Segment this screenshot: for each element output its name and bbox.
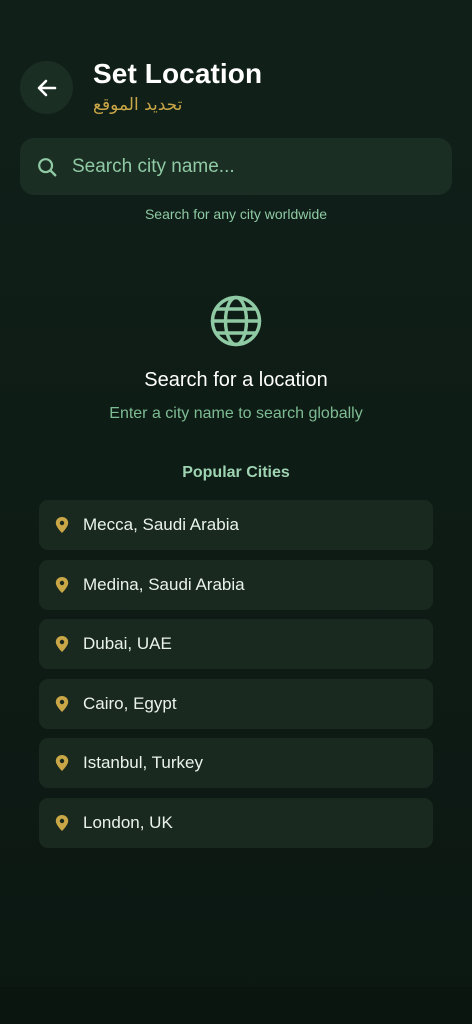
- map-pin-icon: [55, 755, 69, 771]
- search-input[interactable]: [70, 145, 452, 188]
- map-pin-icon: [55, 636, 69, 652]
- map-pin-icon: [55, 814, 69, 831]
- empty-state-subtitle: Enter a city name to search globally: [109, 405, 363, 422]
- city-item-medina[interactable]: Medina, Saudi Arabia: [39, 559, 433, 610]
- page-title: Set Location: [93, 58, 263, 89]
- city-label: Istanbul, Turkey: [83, 753, 204, 772]
- back-button[interactable]: [20, 61, 73, 114]
- city-label: Medina, Saudi Arabia: [83, 574, 245, 594]
- city-label: Dubai, UAE: [83, 634, 172, 653]
- page-subtitle-arabic: تحديد الموقع: [93, 95, 183, 115]
- bottom-bar: [0, 987, 472, 1024]
- city-item-istanbul[interactable]: Istanbul, Turkey: [39, 738, 433, 788]
- empty-state-title: Search for a location: [144, 369, 328, 391]
- search-icon: [38, 157, 57, 176]
- set-location-screen: Set Location تحديد الموقع Search for any…: [0, 0, 472, 1024]
- map-pin-icon: [55, 576, 69, 593]
- globe-icon: [210, 295, 262, 347]
- city-item-dubai[interactable]: Dubai, UAE: [39, 619, 433, 669]
- popular-cities-list: Mecca, Saudi Arabia Medina, Saudi Arabia…: [39, 500, 433, 857]
- search-hint: Search for any city worldwide: [144, 206, 328, 222]
- map-pin-icon: [55, 695, 69, 712]
- city-label: Cairo, Egypt: [83, 693, 177, 713]
- city-item-mecca[interactable]: Mecca, Saudi Arabia: [39, 500, 433, 550]
- popular-cities-heading: Popular Cities: [182, 464, 290, 481]
- city-item-cairo[interactable]: Cairo, Egypt: [39, 678, 433, 729]
- search-box[interactable]: [20, 138, 452, 195]
- city-item-london[interactable]: London, UK: [39, 797, 433, 848]
- city-label: Mecca, Saudi Arabia: [83, 515, 239, 534]
- title-block: Set Location تحديد الموقع: [93, 57, 262, 117]
- city-label: London, UK: [83, 812, 173, 832]
- map-pin-icon: [55, 517, 69, 533]
- arrow-left-icon: [37, 79, 56, 96]
